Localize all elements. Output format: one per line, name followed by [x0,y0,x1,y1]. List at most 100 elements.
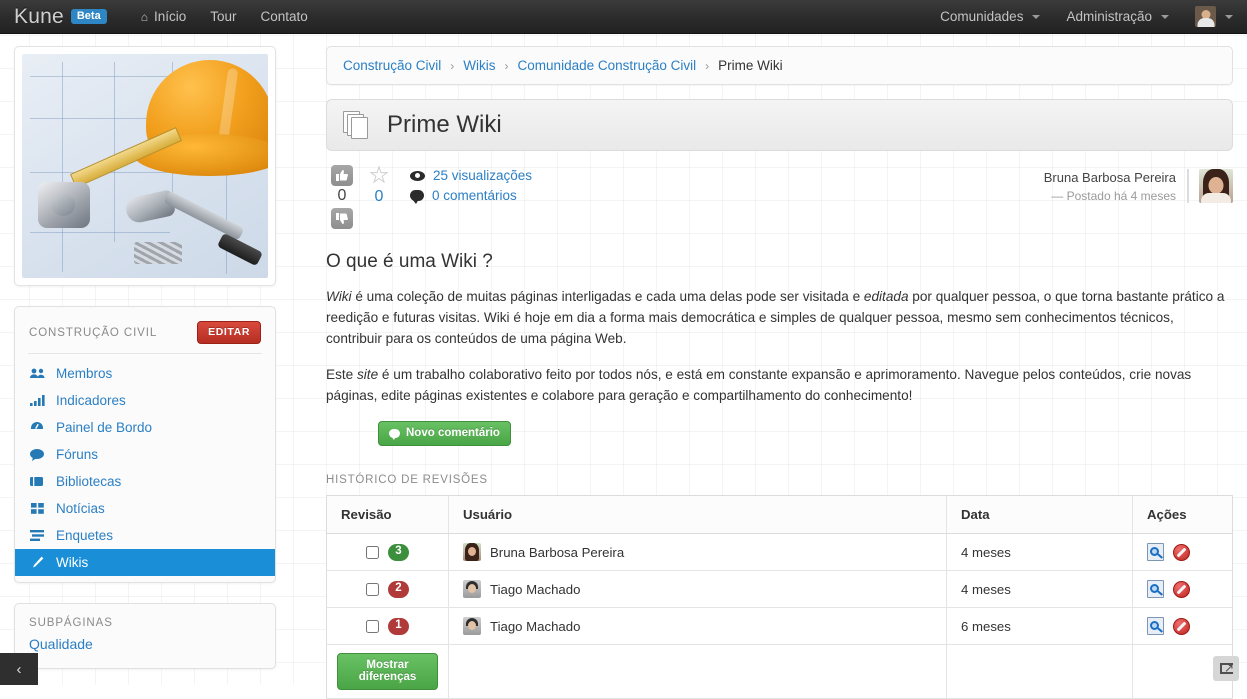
sidebar-item-indicadores-label: Indicadores [56,393,126,408]
revision-checkbox[interactable] [366,546,379,559]
sidebar-item-foruns-label: Fóruns [56,447,98,462]
comment-bubble-icon [389,429,400,438]
comment-icon [29,449,45,461]
sidebar-item-enquetes[interactable]: Enquetes [15,522,275,549]
article-p2-em-site: site [357,367,378,382]
share-export-icon[interactable]: ↗ [1213,656,1239,681]
view-revision-icon[interactable] [1147,543,1164,561]
home-icon: ⌂ [141,10,148,24]
nav-item-administracao-label: Administração [1066,9,1152,24]
favorite-column: ★ 0 [362,165,396,206]
nails [134,242,182,264]
table-row: 1 Tiago Machado 6 meses [327,608,1233,645]
avatar [463,543,481,561]
table-footer-row: Mostrar diferenças [327,645,1233,699]
sidebar-collapse-button[interactable]: ‹ [0,653,38,685]
sidebar-item-wikis-label: Wikis [56,555,88,570]
subpage-link-qualidade[interactable]: Qualidade [29,636,261,652]
user-cell: Bruna Barbosa Pereira [449,534,947,571]
thumbs-down-icon[interactable] [331,208,353,229]
nav-item-comunidades[interactable]: Comunidades [940,9,1040,24]
breadcrumb: Construção Civil › Wikis › Comunidade Co… [326,46,1233,85]
community-panel: CONSTRUÇÃO CIVIL EDITAR Membros Indicado… [14,306,276,583]
stats-row: 0 ★ 0 25 visualizações 0 comentários Bru… [326,165,1233,229]
article: O que é uma Wiki ? Wiki é uma coleção de… [326,251,1233,446]
date-cell: 6 meses [947,608,1133,645]
pencil-icon [29,556,45,569]
date-cell: 4 meses [947,534,1133,571]
sidebar-item-foruns[interactable]: Fóruns [15,441,275,468]
column-header-data: Data [947,496,1133,534]
bar-chart-icon [29,395,45,406]
new-comment-button[interactable]: Novo comentário [378,421,511,446]
users-icon [29,368,45,379]
article-p1-em-wiki: Wiki [326,289,352,304]
revision-checkbox[interactable] [366,583,379,596]
table-row: 3 Bruna Barbosa Pereira 4 meses [327,534,1233,571]
breadcrumb-item-2[interactable]: Comunidade Construção Civil [518,58,697,73]
nav-item-inicio[interactable]: ⌂ Início [141,9,187,24]
view-revision-icon[interactable] [1147,617,1164,635]
author-box: Bruna Barbosa Pereira — Postado há 4 mes… [1044,169,1233,203]
nav-item-contato-label: Contato [261,9,308,24]
breadcrumb-item-1[interactable]: Wikis [463,58,495,73]
tape-measure [38,182,90,228]
article-heading: O que é uma Wiki ? [326,251,1233,273]
page-title-bar: Prime Wiki [326,99,1233,151]
subpages-panel: SUBPÁGINAS Qualidade [14,603,276,669]
article-p2-text-a: Este [326,367,357,382]
author-text: Bruna Barbosa Pereira — Postado há 4 mes… [1044,170,1176,203]
sidebar-item-noticias[interactable]: Notícias [15,495,275,522]
nav-item-comunidades-label: Comunidades [940,9,1023,24]
avatar [463,617,481,635]
nav-item-contato[interactable]: Contato [261,9,308,24]
chevron-down-icon [1225,15,1233,19]
table-header-row: Revisão Usuário Data Ações [327,496,1233,534]
nav-item-tour[interactable]: Tour [210,9,236,24]
avatar[interactable] [1199,169,1233,203]
comments-link[interactable]: 0 comentários [432,188,517,203]
pages-stack-icon [343,110,373,140]
actions-cell [1133,534,1233,571]
comments-line: 0 comentários [410,188,532,203]
hammer-grip [217,233,263,266]
sidebar-item-painel-de-bordo[interactable]: Painel de Bordo [15,414,275,441]
dashboard-icon [29,421,45,434]
edit-community-button[interactable]: EDITAR [197,321,261,344]
article-paragraph-2: Este site é um trabalho colaborativo fei… [326,364,1233,406]
column-header-usuario: Usuário [449,496,947,534]
user-menu[interactable] [1195,6,1233,27]
chevron-down-icon [1032,15,1040,19]
revert-ban-icon[interactable] [1173,544,1190,561]
sidebar-item-wikis[interactable]: Wikis [15,549,275,576]
views-link[interactable]: 25 visualizações [433,168,532,183]
beta-badge: Beta [71,9,107,24]
empty-cell [449,645,947,699]
star-outline-icon[interactable]: ★ [370,165,389,186]
community-photo-card [14,46,276,286]
primary-nav: ⌂ Início Tour Contato [141,9,308,24]
chevron-down-icon [1161,15,1169,19]
revision-cell: 2 [327,571,449,608]
breadcrumb-item-current: Prime Wiki [718,58,783,73]
revert-ban-icon[interactable] [1173,618,1190,635]
table-row: 2 Tiago Machado 4 meses [327,571,1233,608]
breadcrumb-item-0[interactable]: Construção Civil [343,58,441,73]
article-paragraph-1: Wiki é uma coleção de muitas páginas int… [326,286,1233,349]
nav-item-administracao[interactable]: Administração [1066,9,1169,24]
breadcrumb-separator: › [450,59,454,73]
sidebar-item-membros[interactable]: Membros [15,360,275,387]
user-cell: Tiago Machado [449,608,947,645]
column-header-acoes: Ações [1133,496,1233,534]
community-photo [22,54,268,278]
revert-ban-icon[interactable] [1173,581,1190,598]
view-revision-icon[interactable] [1147,580,1164,598]
thumbs-up-icon[interactable] [331,165,353,186]
revision-checkbox[interactable] [366,620,379,633]
revision-cell: 3 [327,534,449,571]
sidebar-item-indicadores[interactable]: Indicadores [15,387,275,414]
brand-logo[interactable]: Kune Beta [14,5,107,29]
divider [1187,169,1189,203]
subpages-title: SUBPÁGINAS [29,617,261,629]
sidebar-item-bibliotecas[interactable]: Bibliotecas [15,468,275,495]
